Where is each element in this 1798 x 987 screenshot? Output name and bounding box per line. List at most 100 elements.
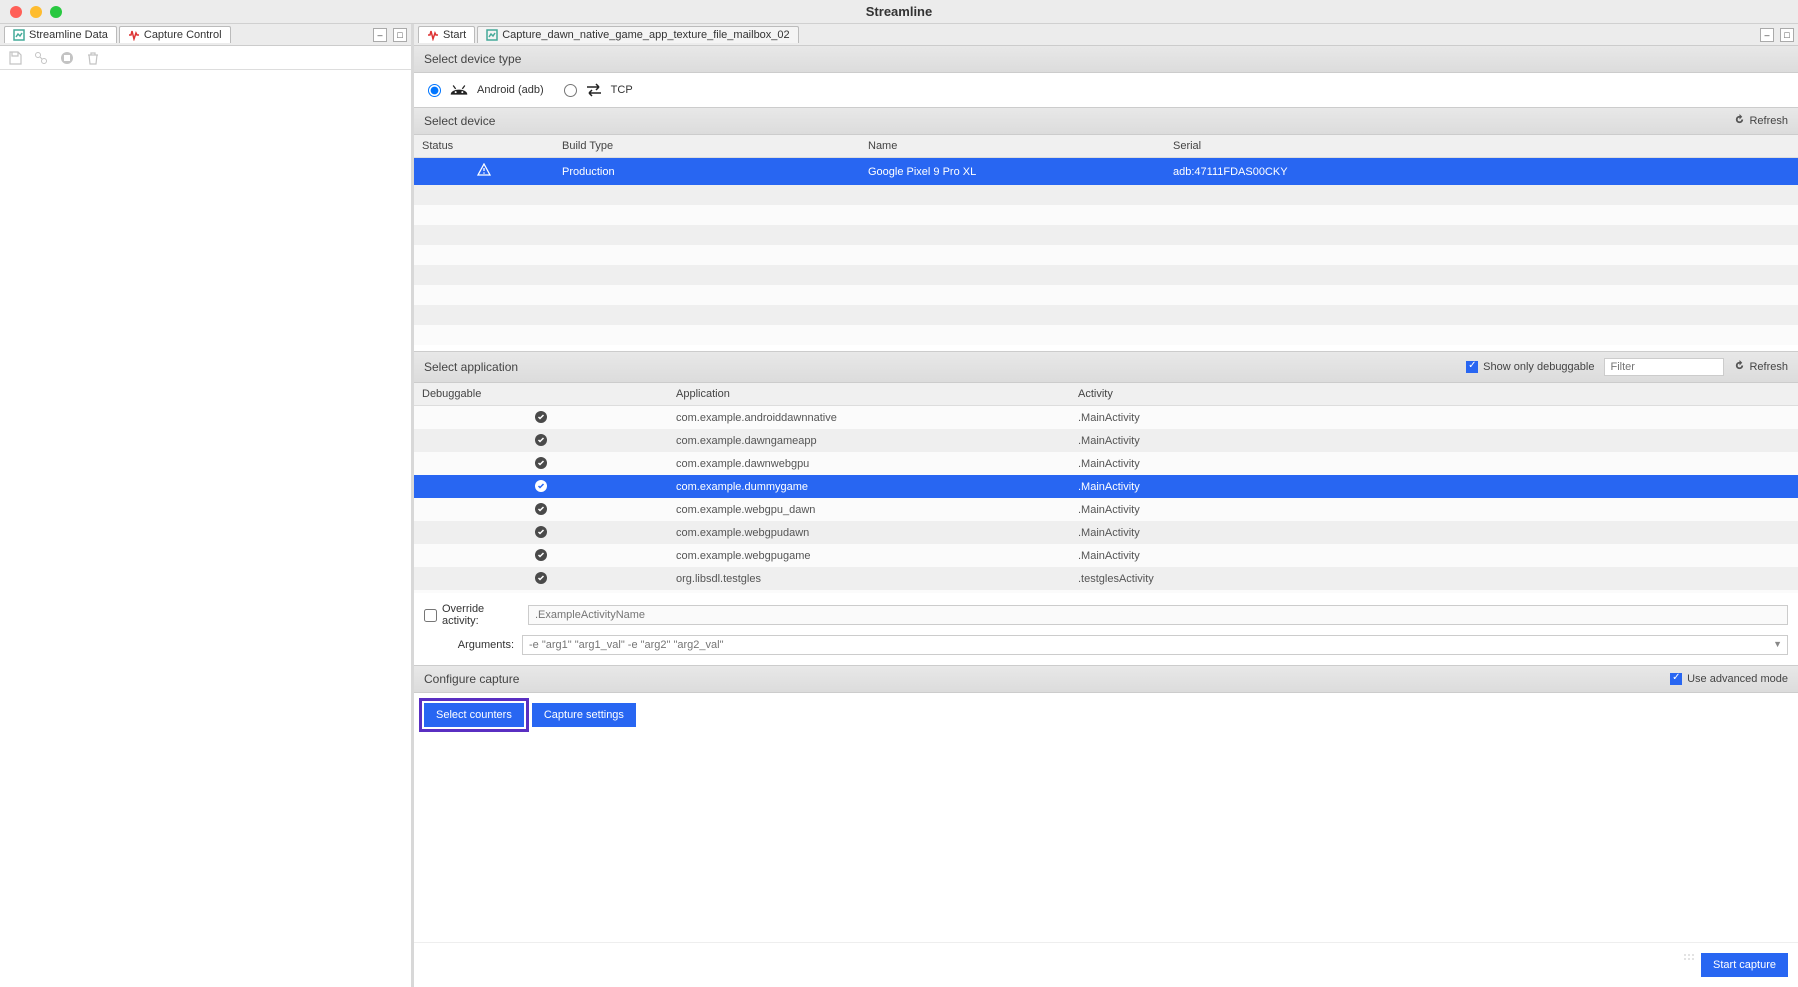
tab-label: Streamline Data (29, 29, 108, 41)
table-row[interactable] (414, 225, 1798, 245)
application-form: Override activity: Arguments: ▼ (414, 593, 1798, 665)
arguments-field[interactable] (522, 635, 1788, 655)
table-row[interactable] (414, 245, 1798, 265)
zoom-window-button[interactable] (50, 6, 62, 18)
advanced-mode-checkbox[interactable]: Use advanced mode (1670, 673, 1788, 685)
refresh-devices-button[interactable]: Refresh (1734, 114, 1788, 128)
tab-label: Capture_dawn_native_game_app_texture_fil… (502, 29, 789, 41)
title-bar: Streamline (0, 0, 1798, 24)
col-build-type[interactable]: Build Type (554, 135, 860, 158)
swap-icon (585, 83, 603, 97)
save-icon[interactable] (6, 49, 24, 67)
stop-icon[interactable] (58, 49, 76, 67)
maximize-pane-button[interactable]: □ (393, 28, 407, 42)
section-header-device: Select device Refresh (414, 107, 1798, 135)
col-application[interactable]: Application (668, 383, 1070, 406)
show-debuggable-input[interactable] (1466, 361, 1478, 373)
filter-input[interactable] (1604, 358, 1724, 376)
check-icon (535, 572, 547, 584)
col-status[interactable]: Status (414, 135, 554, 158)
section-header-device-type: Select device type (414, 46, 1798, 73)
left-toolbar (0, 46, 411, 70)
table-row[interactable] (414, 205, 1798, 225)
radio-label: TCP (611, 84, 633, 96)
table-row[interactable]: com.example.dawngameapp.MainActivity (414, 429, 1798, 452)
table-row[interactable]: com.example.webgpu_dawn.MainActivity (414, 498, 1798, 521)
table-row[interactable] (414, 305, 1798, 325)
checkbox-label: Show only debuggable (1483, 361, 1594, 373)
table-row[interactable]: com.example.webgpugame.MainActivity (414, 544, 1798, 567)
data-icon (486, 29, 498, 41)
device-table: Status Build Type Name Serial Production… (414, 135, 1798, 345)
check-icon (535, 434, 547, 446)
form-label: Override activity: (442, 603, 520, 627)
trash-icon[interactable] (84, 49, 102, 67)
check-icon (535, 526, 547, 538)
close-window-button[interactable] (10, 6, 22, 18)
left-panel: Streamline Data Capture Control – □ (0, 24, 414, 987)
tab-capture-control[interactable]: Capture Control (119, 26, 231, 43)
tab-label: Capture Control (144, 29, 222, 41)
minimize-window-button[interactable] (30, 6, 42, 18)
tab-capture-file[interactable]: Capture_dawn_native_game_app_texture_fil… (477, 26, 798, 43)
section-title: Select device (424, 114, 495, 128)
device-type-row: Android (adb) TCP (414, 73, 1798, 107)
connect-icon[interactable] (32, 49, 50, 67)
table-row[interactable] (414, 265, 1798, 285)
minimize-pane-button[interactable]: – (1760, 28, 1774, 42)
maximize-pane-button[interactable]: □ (1780, 28, 1794, 42)
override-activity-field[interactable] (528, 605, 1788, 625)
section-title: Configure capture (424, 672, 519, 686)
advanced-mode-input[interactable] (1670, 673, 1682, 685)
table-row[interactable]: ProductionGoogle Pixel 9 Pro XLadb:47111… (414, 158, 1798, 186)
override-activity-input[interactable] (424, 609, 437, 622)
check-icon (535, 549, 547, 561)
table-row[interactable]: com.example.webgpudawn.MainActivity (414, 521, 1798, 544)
table-row[interactable]: com.example.dawnwebgpu.MainActivity (414, 452, 1798, 475)
start-capture-button[interactable]: Start capture (1701, 953, 1788, 977)
left-content-area (0, 70, 411, 987)
check-icon (535, 480, 547, 492)
col-serial[interactable]: Serial (1165, 135, 1798, 158)
radio-label: Android (adb) (477, 84, 544, 96)
right-tab-bar: Start Capture_dawn_native_game_app_textu… (414, 24, 1798, 46)
check-icon (535, 411, 547, 423)
refresh-apps-button[interactable]: Refresh (1734, 360, 1788, 374)
checkbox-label: Use advanced mode (1687, 673, 1788, 685)
section-title: Select device type (424, 52, 521, 66)
footer: Start capture (414, 942, 1798, 987)
configure-buttons: Select counters Capture settings (414, 693, 1798, 737)
refresh-icon (1734, 114, 1745, 128)
table-row[interactable]: com.example.dummygame.MainActivity (414, 475, 1798, 498)
tab-start[interactable]: Start (418, 26, 475, 43)
table-row[interactable]: com.example.androiddawnnative.MainActivi… (414, 406, 1798, 430)
refresh-icon (1734, 360, 1745, 374)
col-debuggable[interactable]: Debuggable (414, 383, 668, 406)
table-row[interactable] (414, 325, 1798, 345)
radio-android-input[interactable] (428, 84, 441, 97)
check-icon (535, 457, 547, 469)
tab-streamline-data[interactable]: Streamline Data (4, 26, 117, 43)
select-counters-button[interactable]: Select counters (424, 703, 524, 727)
section-title: Select application (424, 360, 518, 374)
android-icon (449, 83, 469, 97)
table-row[interactable] (414, 285, 1798, 305)
show-debuggable-checkbox[interactable]: Show only debuggable (1466, 361, 1594, 373)
col-name[interactable]: Name (860, 135, 1165, 158)
table-header-row: Status Build Type Name Serial (414, 135, 1798, 158)
override-activity-checkbox[interactable]: Override activity: (424, 603, 520, 627)
table-row[interactable]: org.libsdl.testgles.testglesActivity (414, 567, 1798, 590)
minimize-pane-button[interactable]: – (373, 28, 387, 42)
radio-android[interactable]: Android (adb) (428, 83, 544, 97)
data-icon (13, 29, 25, 41)
activity-icon (427, 29, 439, 41)
col-activity[interactable]: Activity (1070, 383, 1798, 406)
warning-icon (477, 163, 491, 177)
chevron-down-icon[interactable]: ▼ (1773, 639, 1782, 649)
tab-label: Start (443, 29, 466, 41)
radio-tcp[interactable]: TCP (564, 83, 633, 97)
radio-tcp-input[interactable] (564, 84, 577, 97)
capture-settings-button[interactable]: Capture settings (532, 703, 636, 727)
table-row[interactable] (414, 185, 1798, 205)
section-header-application: Select application Show only debuggable … (414, 351, 1798, 383)
